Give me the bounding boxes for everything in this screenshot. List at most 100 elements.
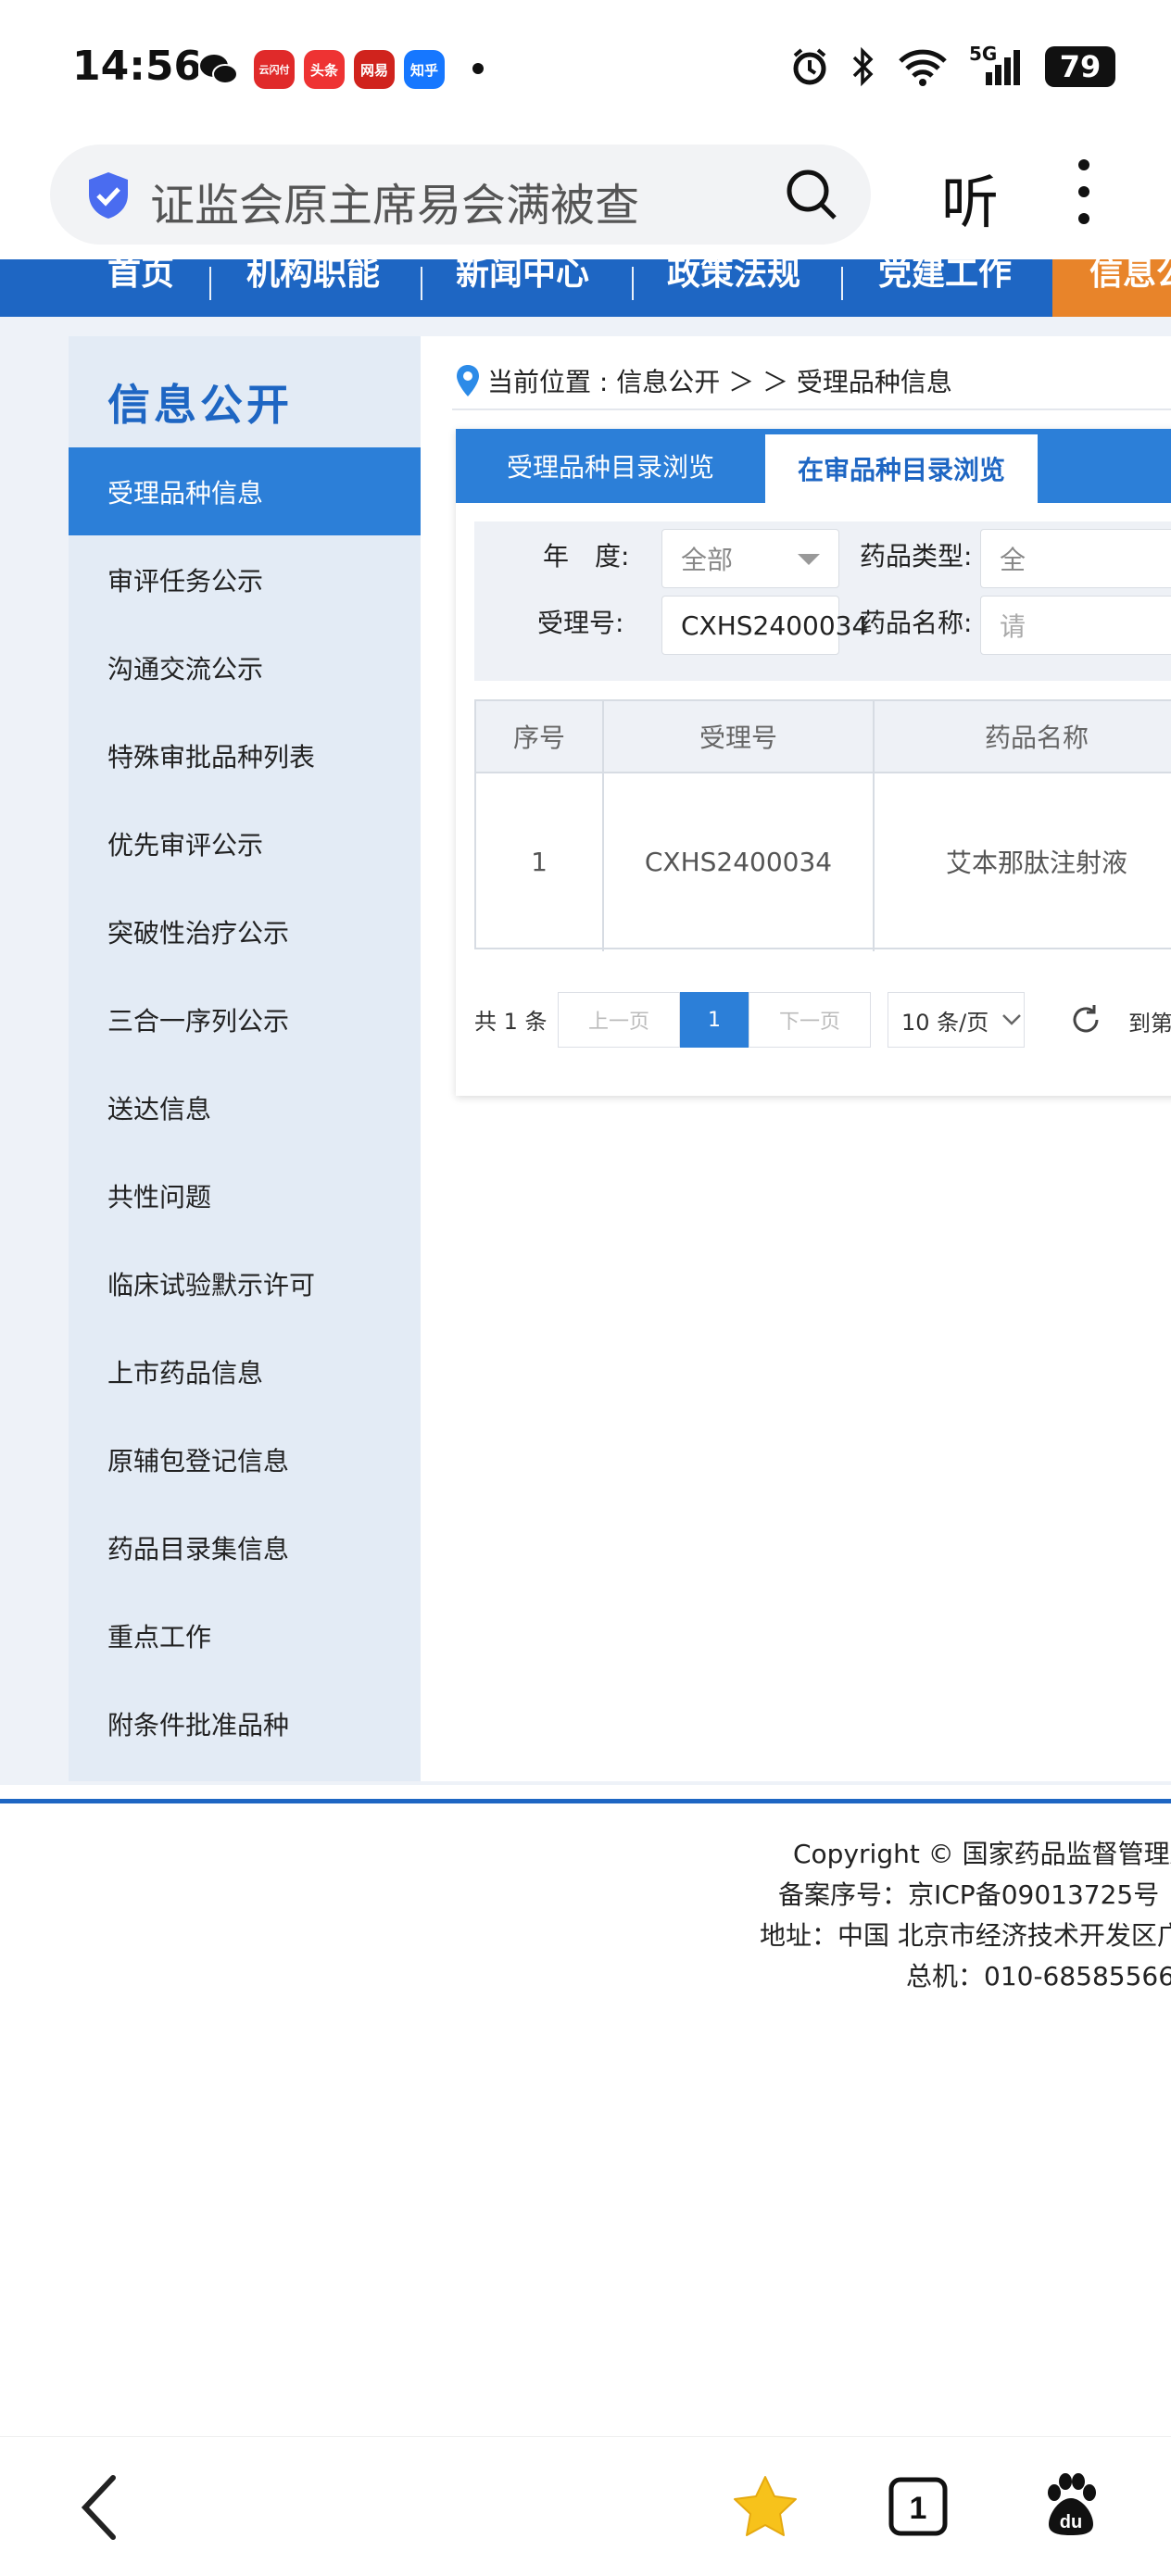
back-icon[interactable] [76, 2472, 122, 2543]
footer-copyright: Copyright © 国家药品监督管理局 [793, 1839, 1171, 1869]
dot-icon [472, 63, 484, 74]
next-page-button[interactable]: 下一页 [749, 992, 871, 1048]
sidebar-item-delivery[interactable]: 送达信息 [69, 1063, 421, 1151]
sidebar-item-communication[interactable]: 沟通交流公示 [69, 623, 421, 711]
drug-type-label: 药品类型: [860, 541, 973, 572]
svg-text:du: du [1060, 2512, 1082, 2532]
tab-panel: 受理品种目录浏览 在审品种目录浏览 年 度: 全部 药品类型: 全 受理号: C… [456, 429, 1171, 1096]
filter-area: 年 度: 全部 药品类型: 全 受理号: CXHS2400034 药品名称: 请 [474, 521, 1171, 681]
drug-name-field[interactable]: 请 [980, 596, 1171, 655]
sidebar-item-accepted-varieties[interactable]: 受理品种信息 [69, 447, 421, 535]
sidebar-item-breakthrough[interactable]: 突破性治疗公示 [69, 887, 421, 975]
alarm-icon [793, 48, 826, 85]
accept-no-field[interactable]: CXHS2400034 [661, 596, 868, 655]
breadcrumb-text: 当前位置 : 信息公开 ＞ ＞ 受理品种信息 [487, 367, 952, 397]
cell-drug-name[interactable]: 艾本那肽注射液 [875, 773, 1171, 949]
battery-indicator: 79 [1045, 46, 1115, 87]
bluetooth-icon [852, 46, 874, 87]
footer-icp[interactable]: 备案序号：京ICP备09013725号 [778, 1875, 1159, 1912]
search-query-text: 证监会原主席易会满被查 [150, 180, 640, 232]
main-panel: 当前位置 : 信息公开 ＞ ＞ 受理品种信息 受理品种目录浏览 在审品种目录浏览… [421, 336, 1171, 1781]
drug-type-value: 全 [1000, 545, 1026, 575]
cell-accept-no[interactable]: CXHS2400034 [604, 773, 873, 949]
page-size-select[interactable]: 10 条/页 [888, 992, 1025, 1048]
sidebar-item-conditional-approval[interactable]: 附条件批准品种 [69, 1679, 421, 1767]
drug-type-select[interactable]: 全 [980, 529, 1171, 588]
nav-separator [841, 267, 843, 300]
divider [452, 408, 1171, 410]
svg-text:1: 1 [910, 2491, 927, 2526]
favorite-star-icon[interactable] [732, 2474, 799, 2539]
wifi-icon [899, 49, 947, 86]
sidebar-title: 信息公开 [107, 380, 293, 430]
location-pin-icon [457, 365, 479, 396]
tab-strip: 受理品种目录浏览 在审品种目录浏览 [456, 429, 1171, 503]
status-bar: 14:56 云闪付 头条 网易 知乎 5G 79 [0, 0, 1171, 139]
header-drug-name: 药品名称 [984, 723, 1089, 753]
search-icon[interactable] [782, 165, 841, 224]
nav-item-home[interactable]: 首页 [107, 259, 174, 295]
breadcrumb: 当前位置 : 信息公开 ＞ ＞ 受理品种信息 [456, 362, 952, 399]
site-nav: 首页 机构职能 新闻中心 政策法规 党建工作 信息公 [0, 259, 1171, 317]
sidebar-item-priority-review[interactable]: 优先审评公示 [69, 799, 421, 887]
year-select[interactable]: 全部 [661, 529, 839, 588]
tab-accepted-catalog[interactable]: 受理品种目录浏览 [456, 429, 765, 503]
drug-name-placeholder: 请 [1000, 611, 1026, 642]
sidebar-item-key-work[interactable]: 重点工作 [69, 1591, 421, 1679]
yunshanfu-icon: 云闪付 [254, 50, 295, 89]
cellular-signal-icon: 5G [969, 43, 1025, 87]
shield-icon [89, 172, 128, 219]
header-accept-no: 受理号 [699, 723, 777, 753]
nav-item-party[interactable]: 党建工作 [878, 259, 1012, 295]
total-count: 共 1 条 [474, 1009, 548, 1035]
nav-separator [209, 267, 211, 300]
more-menu-icon[interactable] [1075, 159, 1093, 224]
sidebar-item-three-in-one[interactable]: 三合一序列公示 [69, 975, 421, 1063]
footer-divider [0, 1799, 1171, 1803]
pagination: 共 1 条 上一页 1 下一页 10 条/页 到第 [474, 992, 1171, 1048]
sidebar-item-catalog[interactable]: 药品目录集信息 [69, 1503, 421, 1591]
sidebar-item-marketed-drugs[interactable]: 上市药品信息 [69, 1327, 421, 1415]
accept-no-label: 受理号: [537, 608, 624, 638]
nav-item-info[interactable]: 信息公 [1089, 259, 1171, 295]
sidebar-item-api-registration[interactable]: 原辅包登记信息 [69, 1415, 421, 1503]
year-label: 年 度: [543, 541, 630, 572]
footer-address: 地址：中国 北京市经济技术开发区广 [760, 1920, 1171, 1951]
zhihu-icon: 知乎 [404, 50, 445, 89]
tabs-count-icon[interactable]: 1 [888, 2476, 949, 2537]
sidebar-item-common-issues[interactable]: 共性问题 [69, 1151, 421, 1239]
refresh-icon[interactable] [1069, 1003, 1102, 1037]
chevron-down-icon [1002, 1014, 1022, 1025]
header-index: 序号 [512, 723, 565, 753]
prev-page-button[interactable]: 上一页 [558, 992, 680, 1048]
baidu-paw-icon[interactable]: du [1041, 2472, 1101, 2537]
cell-index: 1 [531, 846, 548, 877]
status-right-group: 5G 79 [789, 43, 1115, 87]
nav-separator [421, 267, 422, 300]
sidebar-item-review-tasks[interactable]: 审评任务公示 [69, 535, 421, 623]
page-1-button[interactable]: 1 [680, 992, 749, 1048]
page-size-value: 10 条/页 [901, 1009, 989, 1036]
sidebar: 信息公开 受理品种信息 审评任务公示 沟通交流公示 特殊审批品种列表 优先审评公… [69, 336, 421, 1781]
wechat-icon [198, 50, 239, 89]
chevron-down-icon [798, 554, 820, 565]
accept-no-value: CXHS2400034 [681, 609, 869, 641]
listen-button[interactable]: 听 [941, 156, 999, 239]
bottom-toolbar: 1 du [0, 2436, 1171, 2576]
netease-icon: 网易 [354, 50, 395, 89]
results-table: 序号 受理号 药品名称 1 CXHS2400034 艾本那肽注射液 [474, 699, 1171, 951]
goto-page-label: 到第 [1128, 1011, 1171, 1037]
toutiao-icon: 头条 [304, 50, 345, 89]
tab-under-review-catalog[interactable]: 在审品种目录浏览 [765, 434, 1038, 503]
nav-item-news[interactable]: 新闻中心 [456, 259, 589, 295]
drug-name-label: 药品名称: [860, 608, 973, 638]
status-time: 14:56 [72, 43, 203, 90]
nav-separator [632, 267, 634, 300]
sidebar-item-clinical-trial[interactable]: 临床试验默示许可 [69, 1239, 421, 1327]
sidebar-item-special-approval[interactable]: 特殊审批品种列表 [69, 711, 421, 799]
search-input[interactable]: 证监会原主席易会满被查 [50, 145, 871, 245]
footer-phone: 总机：010-68585566 [906, 1961, 1171, 1992]
nav-item-functions[interactable]: 机构职能 [246, 259, 380, 295]
nav-item-policy[interactable]: 政策法规 [667, 259, 800, 295]
year-select-value: 全部 [681, 545, 734, 575]
